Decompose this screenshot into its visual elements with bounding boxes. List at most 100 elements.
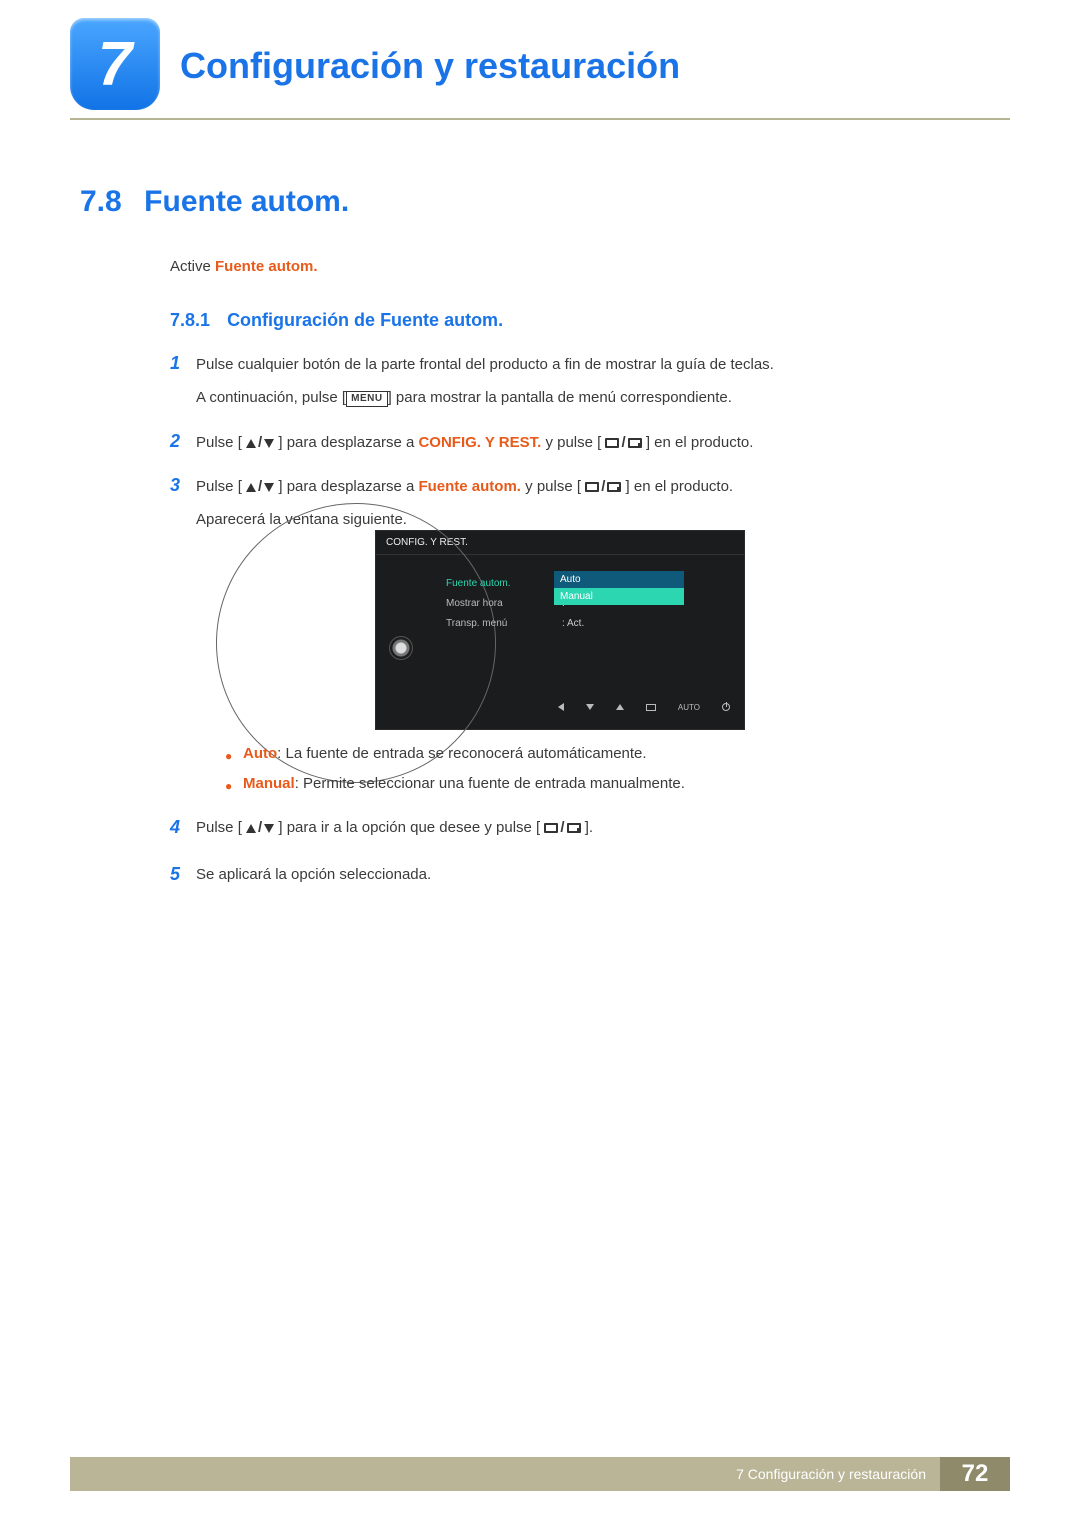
down-arrow-icon bbox=[264, 483, 274, 492]
source-icon bbox=[585, 482, 599, 492]
up-arrow-icon bbox=[246, 439, 256, 448]
enter-icon bbox=[628, 438, 642, 448]
bullet-text: : Permite seleccionar una fuente de entr… bbox=[295, 775, 685, 792]
text: ] para mostrar la pantalla de menú corre… bbox=[388, 389, 732, 406]
step-number: 4 bbox=[170, 812, 192, 843]
chapter-title: Configuración y restauración bbox=[180, 45, 680, 87]
enter-icon bbox=[567, 823, 581, 833]
slash-icon: / bbox=[256, 431, 264, 454]
up-arrow-icon bbox=[246, 483, 256, 492]
section-title: Fuente autom. bbox=[144, 185, 349, 218]
section-heading: 7.8 Fuente autom. bbox=[80, 185, 349, 219]
text: Act. bbox=[567, 618, 584, 629]
target-label: CONFIG. Y REST. bbox=[418, 434, 541, 451]
step-5: 5 Se aplicará la opción seleccionada. bbox=[170, 859, 960, 898]
source-icon bbox=[646, 704, 656, 711]
page: 7 Configuración y restauración 7.8 Fuent… bbox=[0, 0, 1080, 1527]
slash-icon: / bbox=[599, 475, 607, 498]
back-icon bbox=[558, 703, 564, 711]
osd-arc-decoration bbox=[216, 503, 496, 783]
step-5-text: Se aplicará la opción seleccionada. bbox=[196, 862, 960, 888]
step-body: Pulse [ / ] para ir a la opción que dese… bbox=[196, 812, 960, 851]
step-number: 3 bbox=[170, 472, 192, 500]
down-arrow-icon bbox=[264, 439, 274, 448]
osd-dropdown-option: Auto bbox=[554, 571, 684, 588]
header-divider bbox=[70, 118, 1010, 120]
source-icon bbox=[605, 438, 619, 448]
section-number: 7.8 bbox=[80, 185, 122, 218]
slash-icon: / bbox=[256, 815, 264, 841]
chapter-number: 7 bbox=[98, 29, 132, 100]
step-body: Se aplicará la opción seleccionada. bbox=[196, 859, 960, 898]
text: Pulse [ bbox=[196, 819, 242, 836]
page-number-box: 72 bbox=[940, 1457, 1010, 1491]
osd-dropdown: Auto Manual bbox=[554, 571, 684, 605]
enter-icon bbox=[607, 482, 621, 492]
subsection-number: 7.8.1 bbox=[170, 310, 210, 330]
bullet-dot-icon: ● bbox=[225, 775, 243, 797]
subsection-heading: 7.8.1 Configuración de Fuente autom. bbox=[170, 310, 503, 331]
text: Pulse [ bbox=[196, 434, 242, 451]
step-1-line2: A continuación, pulse [MENU] para mostra… bbox=[196, 386, 960, 409]
text: ] para ir a la opción que desee y pulse … bbox=[278, 819, 540, 836]
menu-button-label: MENU bbox=[346, 391, 387, 407]
slash-icon: / bbox=[619, 431, 627, 454]
text: ] en el producto. bbox=[626, 478, 734, 495]
slash-icon: / bbox=[256, 475, 264, 498]
slash-icon: / bbox=[558, 815, 566, 841]
text: ] en el producto. bbox=[646, 434, 754, 451]
step-body: Pulse cualquier botón de la parte fronta… bbox=[196, 350, 960, 420]
steps-list-lower: 4 Pulse [ / ] para ir a la opción que de… bbox=[170, 812, 960, 905]
intro-prefix: Active bbox=[170, 258, 215, 275]
source-icon bbox=[544, 823, 558, 833]
footer-chapter-line: 7 Configuración y restauración bbox=[736, 1466, 926, 1482]
subsection-title: Configuración de Fuente autom. bbox=[227, 310, 503, 330]
step-2: 2 Pulse [ / ] para desplazarse a CONFIG.… bbox=[170, 428, 960, 464]
power-icon bbox=[722, 703, 730, 711]
text: Pulse [ bbox=[196, 478, 242, 495]
down-arrow-icon bbox=[586, 704, 594, 710]
footer-bar: 7 Configuración y restauración bbox=[70, 1457, 940, 1491]
bullet-item: ● Manual: Permite seleccionar una fuente… bbox=[225, 775, 955, 797]
osd-item: Transp. menú : Act. bbox=[446, 613, 656, 633]
bullet-body: Manual: Permite seleccionar una fuente d… bbox=[243, 775, 955, 797]
osd-item-label: Mostrar hora bbox=[446, 598, 556, 609]
gear-icon bbox=[390, 637, 412, 659]
bullet-dot-icon: ● bbox=[225, 745, 243, 767]
bullet-term: Auto bbox=[243, 745, 277, 762]
bullet-term: Manual bbox=[243, 775, 295, 792]
auto-label: AUTO bbox=[678, 703, 700, 712]
chapter-number-tab: 7 bbox=[70, 18, 160, 110]
step-1: 1 Pulse cualquier botón de la parte fron… bbox=[170, 350, 960, 420]
text: ]. bbox=[585, 819, 593, 836]
option-bullets: ● Auto: La fuente de entrada se reconoce… bbox=[225, 745, 955, 805]
step-1-line1: Pulse cualquier botón de la parte fronta… bbox=[196, 353, 960, 376]
bullet-item: ● Auto: La fuente de entrada se reconoce… bbox=[225, 745, 955, 767]
down-arrow-icon bbox=[264, 824, 274, 833]
step-4: 4 Pulse [ / ] para ir a la opción que de… bbox=[170, 812, 960, 851]
intro-highlight: Fuente autom. bbox=[215, 258, 318, 275]
osd-item-value: : Act. bbox=[556, 618, 656, 629]
target-label: Fuente autom. bbox=[418, 478, 521, 495]
step-number: 5 bbox=[170, 859, 192, 890]
osd-bottom-icon-bar: AUTO bbox=[376, 699, 744, 715]
osd-dropdown-option: Manual bbox=[554, 588, 684, 605]
osd-body: Fuente autom. : Mostrar hora : Transp. m… bbox=[376, 555, 744, 715]
text: ] para desplazarse a bbox=[278, 434, 418, 451]
intro-line: Active Fuente autom. bbox=[170, 258, 318, 275]
bullet-body: Auto: La fuente de entrada se reconocerá… bbox=[243, 745, 955, 767]
up-arrow-icon bbox=[616, 704, 624, 710]
osd-screenshot: CONFIG. Y REST. Fuente autom. : Mostrar … bbox=[375, 530, 745, 730]
step-number: 1 bbox=[170, 350, 192, 378]
step-number: 2 bbox=[170, 428, 192, 456]
text: A continuación, pulse [ bbox=[196, 389, 346, 406]
text: y pulse [ bbox=[521, 478, 581, 495]
text: y pulse [ bbox=[541, 434, 601, 451]
page-number: 72 bbox=[962, 1460, 989, 1488]
up-arrow-icon bbox=[246, 824, 256, 833]
bullet-text: : La fuente de entrada se reconocerá aut… bbox=[277, 745, 646, 762]
osd-item-label: Transp. menú bbox=[446, 618, 556, 629]
step-body: Pulse [ / ] para desplazarse a CONFIG. Y… bbox=[196, 428, 960, 464]
osd-item-label: Fuente autom. bbox=[446, 578, 556, 589]
text: ] para desplazarse a bbox=[278, 478, 418, 495]
